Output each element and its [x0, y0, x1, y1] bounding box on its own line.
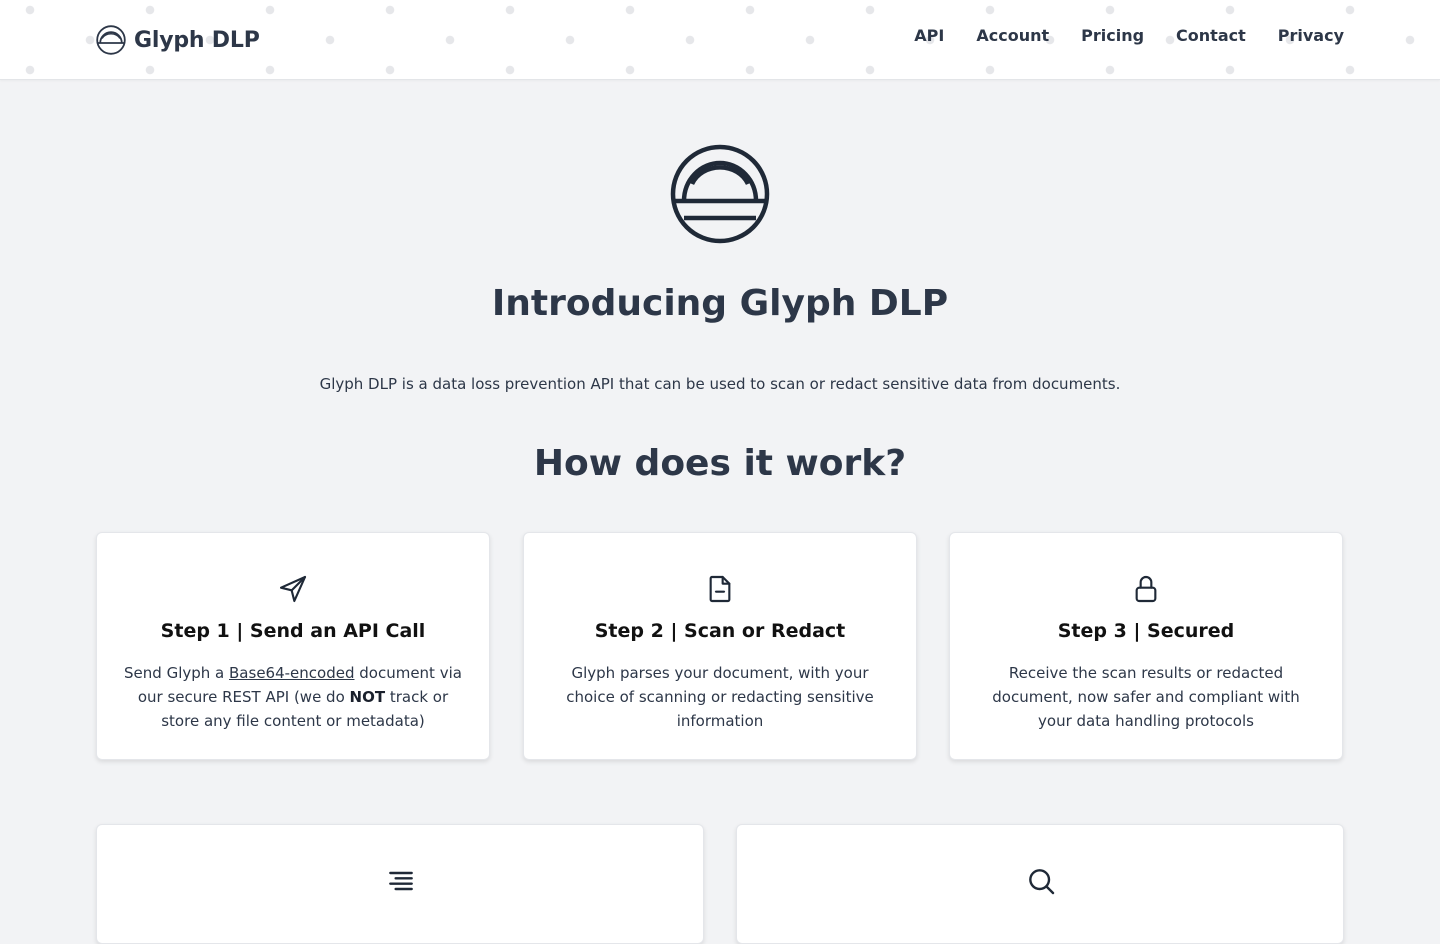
- glyph-dome-icon: [96, 25, 126, 55]
- send-icon: [279, 575, 307, 603]
- step-title: Step 2 | Scan or Redact: [594, 620, 846, 642]
- glyph-dome-icon: [670, 144, 770, 244]
- step-description: Send Glyph a Base64-encoded document via…: [124, 664, 462, 730]
- feature-card-2: [736, 824, 1344, 944]
- feature-card-1: [96, 824, 704, 944]
- step-title: Step 3 | Secured: [1057, 620, 1235, 642]
- nav-privacy[interactable]: Privacy: [1278, 24, 1344, 48]
- lock-icon: [1135, 576, 1157, 603]
- align-right-icon: [389, 871, 413, 891]
- how-it-works-title: How does it work?: [533, 443, 907, 484]
- base64-link[interactable]: Base64-encoded: [229, 664, 354, 682]
- main-nav: API Account Pricing Contact Privacy: [914, 24, 1344, 48]
- nav-contact[interactable]: Contact: [1176, 24, 1246, 48]
- step-card-2: Step 2 | Scan or Redact Glyph parses you…: [523, 532, 917, 760]
- document-icon: [709, 575, 731, 603]
- nav-account[interactable]: Account: [976, 24, 1049, 48]
- nav-api[interactable]: API: [914, 24, 944, 48]
- hero-title: Introducing Glyph DLP: [491, 283, 949, 324]
- brand-name: Glyph DLP: [134, 27, 260, 53]
- step-card-1: Step 1 | Send an API Call Send Glyph a B…: [96, 532, 490, 760]
- site-header: Glyph DLP API Account Pricing Contact Pr…: [0, 0, 1440, 80]
- search-icon: [1029, 869, 1055, 895]
- step-description: Glyph parses your document, with your ch…: [566, 664, 874, 730]
- step-title: Step 1 | Send an API Call: [160, 620, 426, 642]
- step-description: Receive the scan results or redacted doc…: [992, 664, 1300, 730]
- brand-link[interactable]: Glyph DLP: [96, 24, 260, 56]
- nav-pricing[interactable]: Pricing: [1081, 24, 1144, 48]
- step-card-3: Step 3 | Secured Receive the scan result…: [949, 532, 1343, 760]
- hero-description: Glyph DLP is a data loss prevention API …: [319, 375, 1121, 393]
